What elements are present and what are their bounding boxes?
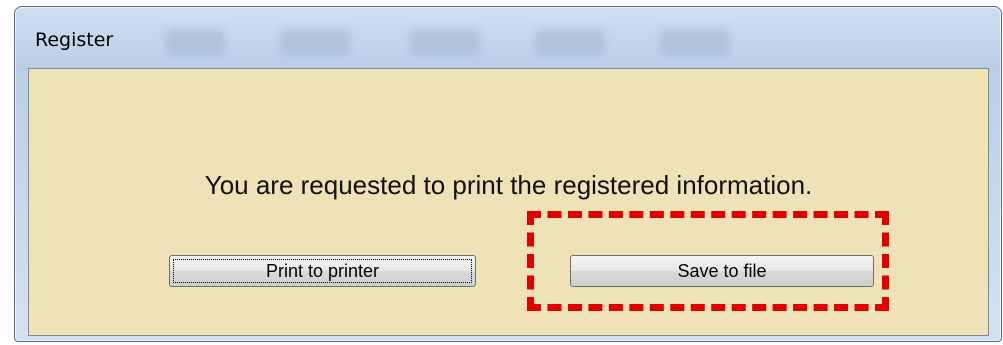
print-to-printer-label: Print to printer [265, 261, 380, 281]
title-bar[interactable]: Register [15, 7, 1001, 69]
title-bar-blur [165, 29, 225, 55]
save-to-file-label: Save to file [677, 261, 767, 281]
save-to-file-button[interactable]: Save to file [570, 255, 874, 287]
window-title: Register [35, 29, 114, 51]
dialog-message: You are requested to print the registere… [204, 170, 813, 200]
title-bar-blur [660, 29, 730, 55]
title-bar-blur [280, 29, 350, 55]
register-window: Register You are requested to print the … [14, 6, 1002, 342]
title-bar-blur [410, 29, 480, 55]
screenshot-stage: Register You are requested to print the … [0, 0, 1003, 345]
title-bar-blur [535, 29, 605, 55]
print-to-printer-button[interactable]: Print to printer [169, 255, 476, 287]
dialog-body: You are requested to print the registere… [28, 68, 989, 336]
